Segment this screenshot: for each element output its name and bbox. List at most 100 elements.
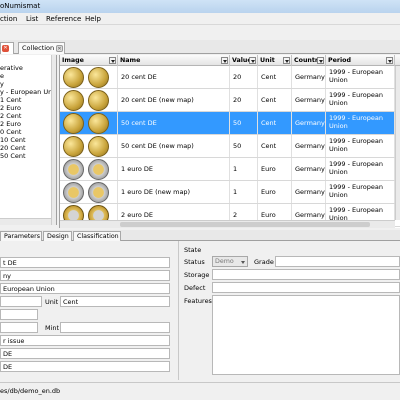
table-row[interactable]: 1 euro DE (new map) 1 Euro Germany 1999 - Eu… bbox=[60, 181, 400, 204]
chevron-down-icon[interactable] bbox=[221, 57, 228, 64]
period-field[interactable]: European Union bbox=[0, 283, 170, 294]
tree-item[interactable]: 1 Cent bbox=[0, 96, 21, 104]
cell-country: Germany bbox=[292, 181, 326, 203]
cell-period: 1999 - European Union bbox=[326, 66, 395, 88]
cell-name: 50 cent DE (new map) bbox=[118, 135, 230, 157]
cell-name: 1 euro DE (new map) bbox=[118, 181, 230, 203]
state-section-label: State bbox=[184, 246, 202, 254]
column-header-value[interactable]: Value bbox=[230, 55, 258, 66]
menu-help[interactable]: Help bbox=[85, 15, 101, 23]
menu-reference[interactable]: Reference bbox=[46, 15, 81, 23]
tree-item[interactable]: 2 Euro bbox=[0, 104, 21, 112]
storage-field[interactable] bbox=[212, 269, 400, 280]
tree-item[interactable]: 10 Cent bbox=[0, 136, 26, 144]
defect-field[interactable] bbox=[212, 282, 400, 293]
tab-collection-label: Collection bbox=[22, 44, 55, 52]
window-titlebar: oNumismat bbox=[0, 0, 400, 13]
menu-bar: ction List Reference Help bbox=[0, 13, 400, 25]
coin-obverse-image bbox=[63, 90, 84, 111]
table-row[interactable]: 20 cent DE 20 Cent Germany 1999 - European U… bbox=[60, 66, 400, 89]
cell-value: 50 bbox=[230, 112, 258, 134]
grade-field[interactable] bbox=[275, 256, 400, 267]
status-bar: es/db/demo_en.db bbox=[0, 382, 400, 400]
de-field-2[interactable]: DE bbox=[0, 361, 170, 372]
cell-value: 1 bbox=[230, 158, 258, 180]
column-header-image[interactable]: Image bbox=[60, 55, 118, 66]
column-header-unit[interactable]: Unit bbox=[258, 55, 292, 66]
cell-unit: Cent bbox=[258, 112, 292, 134]
table-row[interactable]: 20 cent DE (new map) 20 Cent Germany 1999 - … bbox=[60, 89, 400, 112]
cell-name: 1 euro DE bbox=[118, 158, 230, 180]
issue-field[interactable]: r issue bbox=[0, 335, 170, 346]
column-header-name[interactable]: Name bbox=[118, 55, 230, 66]
cell-value: 50 bbox=[230, 135, 258, 157]
tree-horizontal-scrollbar[interactable] bbox=[0, 218, 51, 225]
cell-name: 20 cent DE (new map) bbox=[118, 89, 230, 111]
cell-unit: Euro bbox=[258, 158, 292, 180]
coin-reverse-image bbox=[88, 182, 109, 203]
value-field[interactable] bbox=[0, 296, 42, 307]
tab-collection[interactable]: Collection ✕ bbox=[18, 42, 65, 54]
tab-design[interactable]: Design bbox=[43, 231, 72, 241]
cell-unit: Euro bbox=[258, 181, 292, 203]
chevron-down-icon[interactable] bbox=[317, 57, 324, 64]
column-header-country[interactable]: Country bbox=[292, 55, 326, 66]
title-field[interactable]: t DE bbox=[0, 257, 170, 268]
coin-obverse-image bbox=[63, 67, 84, 88]
country-field[interactable]: ny bbox=[0, 270, 170, 281]
coin-reverse-image bbox=[88, 136, 109, 157]
tree-vertical-scrollbar[interactable] bbox=[51, 55, 56, 225]
panel-divider bbox=[178, 241, 179, 380]
tree-item[interactable]: y bbox=[0, 80, 4, 88]
close-icon[interactable]: ✕ bbox=[56, 45, 63, 52]
tree-item[interactable]: erative bbox=[0, 64, 23, 72]
tree-item[interactable]: 2 Euro bbox=[0, 120, 21, 128]
cell-period: 1999 - European Union bbox=[326, 89, 395, 111]
tab-parameters[interactable]: Parameters bbox=[0, 231, 42, 241]
tab-previous[interactable]: ✕ bbox=[0, 42, 14, 54]
tree-item[interactable]: 50 Cent bbox=[0, 152, 26, 160]
features-label: Features bbox=[184, 297, 212, 305]
table-row[interactable]: 50 cent DE 50 Cent Germany 1999 - European U… bbox=[60, 112, 400, 135]
filter-tree[interactable]: erative e y y - European Union 1 Cent 2 … bbox=[0, 55, 57, 225]
tree-item[interactable]: 20 Cent bbox=[0, 144, 26, 152]
tree-item[interactable]: 0 Cent bbox=[0, 128, 21, 136]
table-row[interactable]: 50 cent DE (new map) 50 Cent Germany 1999 - … bbox=[60, 135, 400, 158]
cell-value: 1 bbox=[230, 181, 258, 203]
menu-list[interactable]: List bbox=[26, 15, 38, 23]
chevron-down-icon[interactable] bbox=[283, 57, 290, 64]
year-field[interactable] bbox=[0, 309, 38, 320]
tree-item[interactable]: e bbox=[0, 72, 4, 80]
scrollbar-thumb[interactable] bbox=[120, 222, 370, 227]
tab-classification[interactable]: Classification bbox=[73, 231, 121, 241]
cell-value: 20 bbox=[230, 66, 258, 88]
cell-unit: Cent bbox=[258, 89, 292, 111]
tree-item[interactable]: y - European Union bbox=[0, 88, 56, 96]
close-icon[interactable]: ✕ bbox=[2, 45, 9, 52]
table-vertical-scrollbar[interactable] bbox=[395, 66, 400, 220]
chevron-down-icon[interactable] bbox=[249, 57, 256, 64]
table-horizontal-scrollbar[interactable] bbox=[60, 220, 395, 228]
status-select[interactable]: Demo bbox=[212, 256, 248, 267]
status-label: Status bbox=[184, 258, 205, 266]
window-title: oNumismat bbox=[0, 2, 41, 10]
unit-label: Unit bbox=[45, 298, 59, 306]
de-field-1[interactable]: DE bbox=[0, 348, 170, 359]
table-row[interactable]: 1 euro DE 1 Euro Germany 1999 - European Uni… bbox=[60, 158, 400, 181]
coin-obverse-image bbox=[63, 113, 84, 134]
mint-field[interactable] bbox=[60, 322, 170, 333]
chevron-down-icon[interactable] bbox=[109, 57, 116, 64]
cell-country: Germany bbox=[292, 112, 326, 134]
coin-reverse-image bbox=[88, 90, 109, 111]
cell-country: Germany bbox=[292, 158, 326, 180]
cell-country: Germany bbox=[292, 89, 326, 111]
cell-name: 50 cent DE bbox=[118, 112, 230, 134]
tree-item[interactable]: 2 Cent bbox=[0, 112, 21, 120]
coin-details-panel: t DE ny European Union Unit Cent Mint r … bbox=[0, 241, 400, 380]
menu-action[interactable]: ction bbox=[0, 15, 17, 23]
column-header-period[interactable]: Period bbox=[326, 55, 395, 66]
unit-field[interactable]: Cent bbox=[60, 296, 170, 307]
features-textarea[interactable] bbox=[212, 295, 400, 375]
mintage-field[interactable] bbox=[0, 322, 38, 333]
chevron-down-icon[interactable] bbox=[386, 57, 393, 64]
